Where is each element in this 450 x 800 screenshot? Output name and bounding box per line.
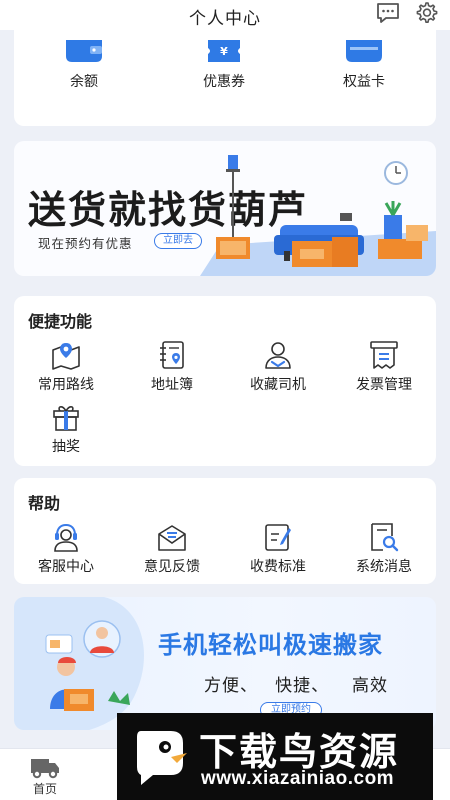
driver-icon bbox=[265, 342, 291, 369]
coupon-icon: ¥ bbox=[208, 40, 240, 62]
quick-functions-title: 便捷功能 bbox=[28, 314, 93, 331]
top-bar: 个人中心 bbox=[0, 0, 450, 30]
bird-logo-icon bbox=[137, 731, 187, 785]
help-title: 帮助 bbox=[28, 496, 61, 513]
quick-item-label: 抽奖 bbox=[52, 438, 80, 454]
address-book-icon bbox=[160, 341, 184, 369]
banner-subtitle: 现在预约有优惠 bbox=[38, 237, 133, 251]
watermark-overlay: 下载鸟资源 www.xiazainiao.com bbox=[117, 713, 433, 800]
customer-service-icon bbox=[54, 523, 78, 552]
promo-banner-moving[interactable]: 手机轻松叫极速搬家 方便、 快捷、 高效 立即预约 bbox=[14, 597, 436, 730]
quick-item-label: 地址簿 bbox=[151, 376, 193, 392]
benefit-card-label: 权益卡 bbox=[343, 73, 385, 89]
system-message-icon bbox=[371, 523, 399, 552]
wallet-icon bbox=[66, 40, 102, 62]
map-route-icon bbox=[52, 343, 80, 370]
tab-home-label: 首页 bbox=[32, 782, 57, 796]
svg-text:¥: ¥ bbox=[220, 45, 228, 58]
quick-item-label: 发票管理 bbox=[356, 376, 412, 392]
balance-label: 余额 bbox=[70, 73, 98, 89]
wallet-card: 余额 ¥ 优惠券 权益卡 bbox=[14, 30, 436, 126]
help-item-label: 客服中心 bbox=[38, 558, 94, 574]
furniture-illustration bbox=[200, 155, 436, 276]
gear-icon[interactable] bbox=[414, 1, 438, 25]
watermark-url: www.xiazainiao.com bbox=[201, 768, 395, 789]
gift-icon bbox=[53, 406, 79, 431]
help-item-label: 意见反馈 bbox=[144, 558, 200, 574]
tab-home[interactable]: 首页 bbox=[20, 755, 70, 797]
help-item-label: 收费标准 bbox=[250, 558, 306, 574]
quick-item-label: 收藏司机 bbox=[250, 376, 306, 392]
pricing-icon bbox=[265, 524, 291, 551]
moving-illustration bbox=[14, 597, 144, 730]
card-icon bbox=[346, 40, 382, 62]
quick-functions-card: 便捷功能 常用路线 地址簿 收藏司机 发票管理 抽奖 bbox=[14, 296, 436, 466]
coupon-label: 优惠券 bbox=[203, 73, 245, 89]
promo-banner-delivery[interactable]: 送货就找货葫芦 现在预约有优惠 立即去 bbox=[14, 141, 436, 276]
invoice-icon bbox=[370, 341, 398, 369]
feedback-icon bbox=[158, 525, 186, 551]
help-item-label: 系统消息 bbox=[356, 558, 412, 574]
moving-headline: 手机轻松叫极速搬家 bbox=[158, 632, 383, 659]
quick-item-label: 常用路线 bbox=[38, 376, 94, 392]
banner-go-button[interactable]: 立即去 bbox=[154, 233, 202, 249]
help-card: 帮助 客服中心 意见反馈 收费标准 系统消息 bbox=[14, 478, 436, 584]
message-icon[interactable] bbox=[376, 2, 400, 24]
truck-icon bbox=[31, 759, 59, 779]
moving-subtitle: 方便、 快捷、 高效 bbox=[204, 676, 389, 695]
